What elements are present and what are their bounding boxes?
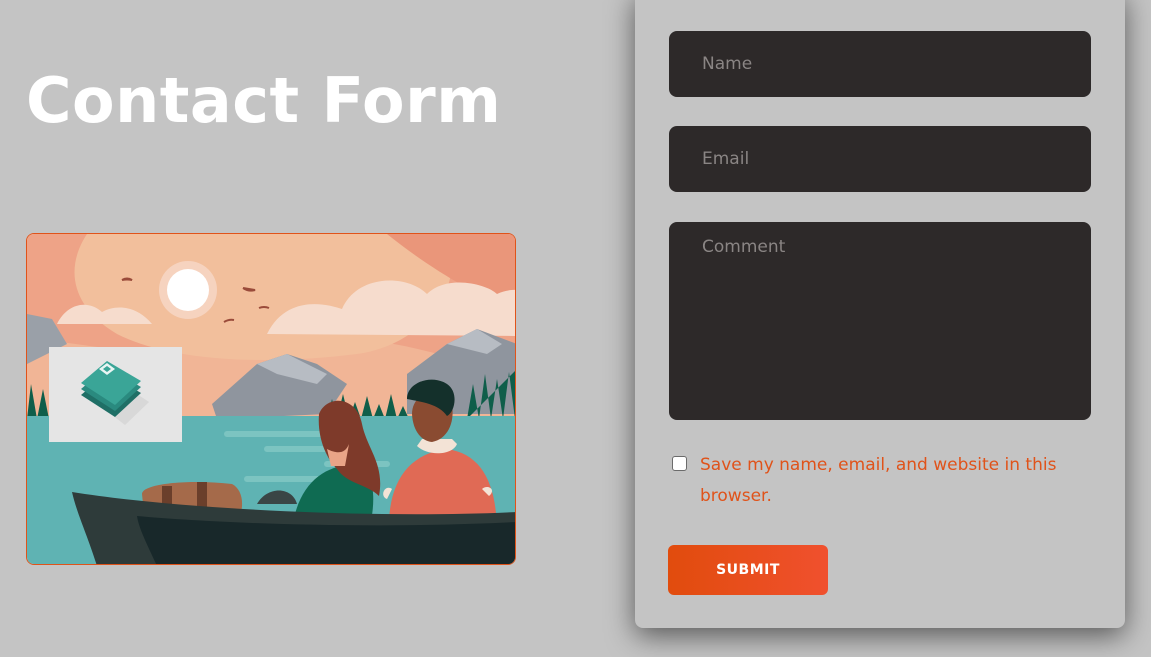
product-thumbnail (49, 347, 182, 442)
comment-field[interactable]: Comment (669, 222, 1091, 420)
save-info-checkbox[interactable] (672, 456, 687, 471)
contact-form-card: Name Email Comment Save my name, email, … (635, 0, 1125, 628)
email-field[interactable]: Email (669, 126, 1091, 192)
stacked-shirts-icon (81, 361, 149, 425)
save-info-label[interactable]: Save my name, email, and website in this… (700, 450, 1060, 512)
hero-illustration (26, 233, 516, 565)
page-title: Contact Form (26, 64, 502, 137)
submit-button[interactable]: SUBMIT (668, 545, 828, 595)
name-field[interactable]: Name (669, 31, 1091, 97)
